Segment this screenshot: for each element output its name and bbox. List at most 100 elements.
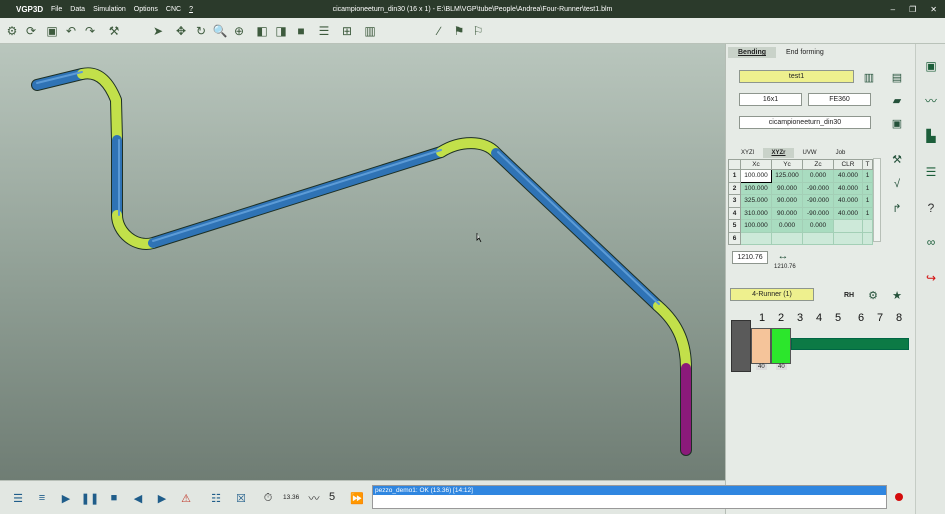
tab-xyzl[interactable]: XYZl <box>732 148 763 158</box>
timer-icon[interactable]: ⏱ <box>260 490 276 506</box>
table-scrollbar[interactable] <box>873 158 881 242</box>
menu-data[interactable]: Data <box>70 6 85 13</box>
minimize-button[interactable]: – <box>891 5 895 14</box>
cell-zc[interactable]: 0.000 <box>802 219 834 233</box>
zoom-fit-icon[interactable]: ⊕ <box>231 23 247 39</box>
cell-xc[interactable] <box>740 231 772 245</box>
table-row[interactable]: 4 310.000 90.000 -90.000 40.000 1 <box>728 206 873 220</box>
export-icon[interactable]: ▣ <box>923 58 939 74</box>
return-icon[interactable]: ↪ <box>923 270 939 286</box>
redo-icon[interactable]: ↷ <box>82 23 98 39</box>
cell-xc[interactable]: 100.000 <box>740 181 772 195</box>
cell-t[interactable]: 1 <box>862 169 873 183</box>
record-icon[interactable] <box>895 493 903 501</box>
status-message[interactable]: pezzo_demo1: OK (13.36) [14:12] <box>373 486 886 495</box>
cell-xc[interactable]: 100.000 <box>740 169 772 183</box>
cell-clr[interactable]: 40.000 <box>833 206 863 220</box>
tab-bending[interactable]: Bending <box>728 47 776 58</box>
cell-yc[interactable]: 90.000 <box>771 194 803 208</box>
skip-icon[interactable]: ⏩ <box>349 490 365 506</box>
menu-help[interactable]: ? <box>189 6 193 13</box>
cell-clr[interactable] <box>833 231 863 245</box>
measure-icon[interactable]: ∕ <box>431 23 447 39</box>
3d-viewport[interactable] <box>0 44 725 480</box>
menu-file[interactable]: File <box>51 6 62 13</box>
table-row[interactable]: 5 100.000 0.000 0.000 <box>728 219 873 233</box>
formula-icon[interactable]: √ <box>890 177 904 191</box>
folder-icon[interactable]: ▰ <box>890 93 904 107</box>
cell-zc[interactable]: -90.000 <box>802 194 834 208</box>
undo-icon[interactable]: ↶ <box>63 23 79 39</box>
cell-t[interactable] <box>862 219 873 233</box>
cell-zc[interactable]: -90.000 <box>802 181 834 195</box>
table-row[interactable]: 2 100.000 90.000 -90.000 40.000 1 <box>728 181 873 195</box>
material-field[interactable]: FE360 <box>808 93 871 106</box>
maximize-button[interactable]: ❐ <box>909 5 916 14</box>
tab-end-forming[interactable]: End forming <box>776 47 834 58</box>
cell-t[interactable]: 1 <box>862 181 873 195</box>
flag-green-icon[interactable]: ⚐ <box>470 23 486 39</box>
cell-zc[interactable] <box>802 231 834 245</box>
table-row[interactable]: 1 100.000 125.000 0.000 40.000 1 <box>728 169 873 183</box>
cell-clr[interactable] <box>833 219 863 233</box>
grid-icon[interactable]: ⊞ <box>339 23 355 39</box>
link-icon[interactable]: ∞ <box>923 234 939 250</box>
cell-t[interactable]: 1 <box>862 206 873 220</box>
tube-icon[interactable]: 〰 <box>923 92 939 108</box>
rotate-icon[interactable]: ↻ <box>193 23 209 39</box>
cell-zc[interactable]: -90.000 <box>802 206 834 220</box>
view-front-icon[interactable]: ◧ <box>254 23 270 39</box>
cell-zc[interactable]: 0.000 <box>802 169 834 183</box>
layers-icon[interactable]: ☰ <box>316 23 332 39</box>
machine-setup-icon[interactable]: ⚙ <box>866 288 880 302</box>
checklist-icon[interactable]: ☷ <box>208 490 224 506</box>
cell-t[interactable] <box>862 231 873 245</box>
curve-icon[interactable]: ↱ <box>890 201 904 215</box>
cell-clr[interactable]: 40.000 <box>833 181 863 195</box>
view-iso-icon[interactable]: ■ <box>293 23 309 39</box>
total-length-field[interactable]: 1210.76 <box>732 251 768 264</box>
refresh-icon[interactable]: ⟳ <box>23 23 39 39</box>
bend-tool-icon[interactable]: ⚒ <box>890 152 904 166</box>
tube-size-field[interactable]: 16x1 <box>739 93 802 106</box>
cell-clr[interactable]: 40.000 <box>833 194 863 208</box>
step-forward-icon[interactable]: ▶ <box>154 490 170 506</box>
step-back-icon[interactable]: ◀ <box>130 490 146 506</box>
save-icon[interactable]: ▣ <box>44 23 60 39</box>
play-icon[interactable]: ▶ <box>58 490 74 506</box>
cell-xc[interactable]: 310.000 <box>740 206 772 220</box>
tab-xyzr[interactable]: XYZr <box>763 148 794 158</box>
section-icon[interactable]: ▥ <box>362 23 378 39</box>
warning-icon[interactable]: ⚠ <box>178 490 194 506</box>
tab-job[interactable]: Job <box>825 148 856 158</box>
cell-t[interactable]: 1 <box>862 194 873 208</box>
cell-yc[interactable]: 0.000 <box>771 219 803 233</box>
machine-icon[interactable]: ▙ <box>923 128 939 144</box>
step-list-icon[interactable]: ☰ <box>10 490 26 506</box>
menu-options[interactable]: Options <box>134 6 158 13</box>
tool-icon[interactable]: ⚒ <box>106 23 122 39</box>
list-icon[interactable]: ☰ <box>923 164 939 180</box>
help-icon[interactable]: ? <box>923 200 939 216</box>
table-row[interactable]: 3 325.000 90.000 -90.000 40.000 1 <box>728 194 873 208</box>
cell-xc[interactable]: 325.000 <box>740 194 772 208</box>
disk-icon[interactable]: ▣ <box>890 116 904 130</box>
part-name-field[interactable]: cicampioneeturn_din30 <box>739 116 871 129</box>
pause-icon[interactable]: ❚❚ <box>81 490 99 506</box>
program-name-field[interactable]: test1 <box>739 70 854 83</box>
menu-cnc[interactable]: CNC <box>166 6 181 13</box>
cell-yc[interactable] <box>771 231 803 245</box>
menu-simulation[interactable]: Simulation <box>93 6 126 13</box>
pan-icon[interactable]: ✥ <box>173 23 189 39</box>
tab-uvw[interactable]: UVW <box>794 148 825 158</box>
cell-yc[interactable]: 90.000 <box>771 181 803 195</box>
flag-icon[interactable]: ⚑ <box>451 23 467 39</box>
cell-yc[interactable]: 90.000 <box>771 206 803 220</box>
document-icon[interactable]: ▤ <box>890 70 904 84</box>
program-list-icon[interactable]: ≡ <box>34 490 50 506</box>
clear-list-icon[interactable]: ☒ <box>233 490 249 506</box>
table-row[interactable]: 6 <box>728 231 873 245</box>
collision-icon[interactable]: 〰 <box>306 490 322 506</box>
barcode-icon[interactable]: ▥ <box>862 70 876 84</box>
machine-icon[interactable]: ⚙ <box>4 23 20 39</box>
